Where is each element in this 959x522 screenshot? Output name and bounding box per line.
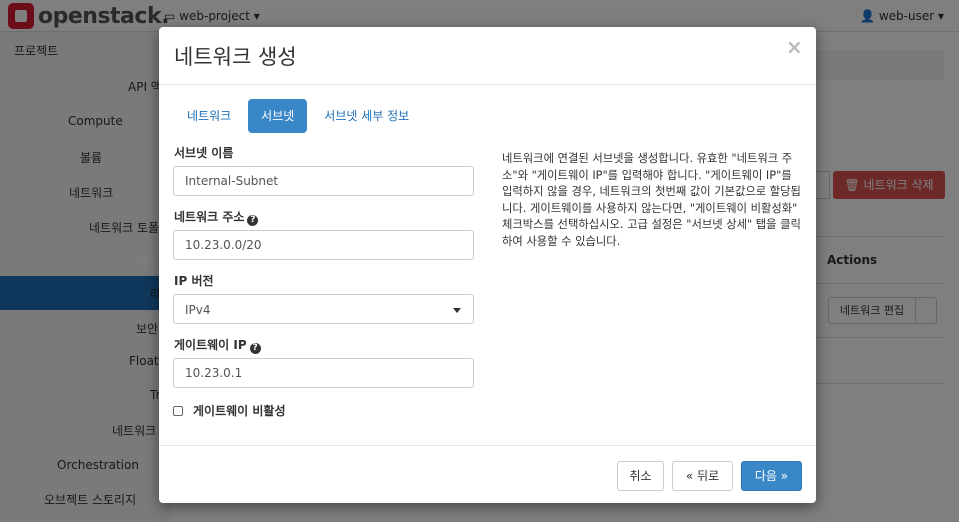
disable-gateway-checkbox[interactable] bbox=[173, 405, 183, 416]
subnet-help-text: 네트워크에 연결된 서브넷을 생성합니다. 유효한 "네트워크 주소"와 "게이… bbox=[502, 152, 801, 248]
network-address-label-text: 네트워크 주소 bbox=[174, 210, 245, 224]
question-circle-icon[interactable]: ? bbox=[249, 343, 261, 354]
gateway-ip-label-text: 게이트웨이 IP bbox=[174, 338, 247, 352]
tab-subnet[interactable]: 서브넷 bbox=[248, 99, 308, 133]
network-address-input[interactable] bbox=[173, 230, 474, 260]
wizard-tabs: 네트워크 서브넷 서브넷 세부 정보 bbox=[174, 99, 426, 133]
subnet-name-label: 서브넷 이름 bbox=[174, 144, 233, 161]
close-icon[interactable]: × bbox=[786, 35, 803, 59]
back-button[interactable]: « 뒤로 bbox=[672, 461, 733, 491]
question-circle-icon[interactable]: ? bbox=[247, 215, 259, 226]
network-address-label: 네트워크 주소? bbox=[174, 208, 259, 226]
subnet-name-input[interactable] bbox=[173, 166, 474, 196]
ip-version-select[interactable]: IPv4 bbox=[173, 294, 474, 324]
ip-version-label-text: IP 버전 bbox=[174, 274, 214, 288]
modal-footer: 취소 « 뒤로 다음 » bbox=[159, 445, 816, 503]
disable-gateway-label[interactable]: 게이트웨이 비활성 bbox=[193, 402, 286, 419]
disable-gateway-row: 게이트웨이 비활성 bbox=[173, 402, 286, 419]
modal-title: 네트워크 생성 bbox=[174, 45, 297, 69]
tab-network[interactable]: 네트워크 bbox=[174, 99, 244, 133]
ip-version-value: IPv4 bbox=[185, 303, 211, 317]
cancel-button[interactable]: 취소 bbox=[617, 461, 664, 491]
gateway-ip-label: 게이트웨이 IP? bbox=[174, 336, 261, 354]
next-button[interactable]: 다음 » bbox=[741, 461, 802, 491]
tab-subnet-details[interactable]: 서브넷 세부 정보 bbox=[311, 99, 422, 133]
caret-down-icon bbox=[453, 308, 461, 313]
create-network-modal: 네트워크 생성 × 네트워크 서브넷 서브넷 세부 정보 서브넷 이름 네트워크… bbox=[159, 27, 816, 503]
gateway-ip-input[interactable] bbox=[173, 358, 474, 388]
subnet-name-label-text: 서브넷 이름 bbox=[174, 146, 234, 160]
modal-header: 네트워크 생성 × bbox=[159, 27, 816, 85]
ip-version-label: IP 버전 bbox=[174, 272, 214, 289]
